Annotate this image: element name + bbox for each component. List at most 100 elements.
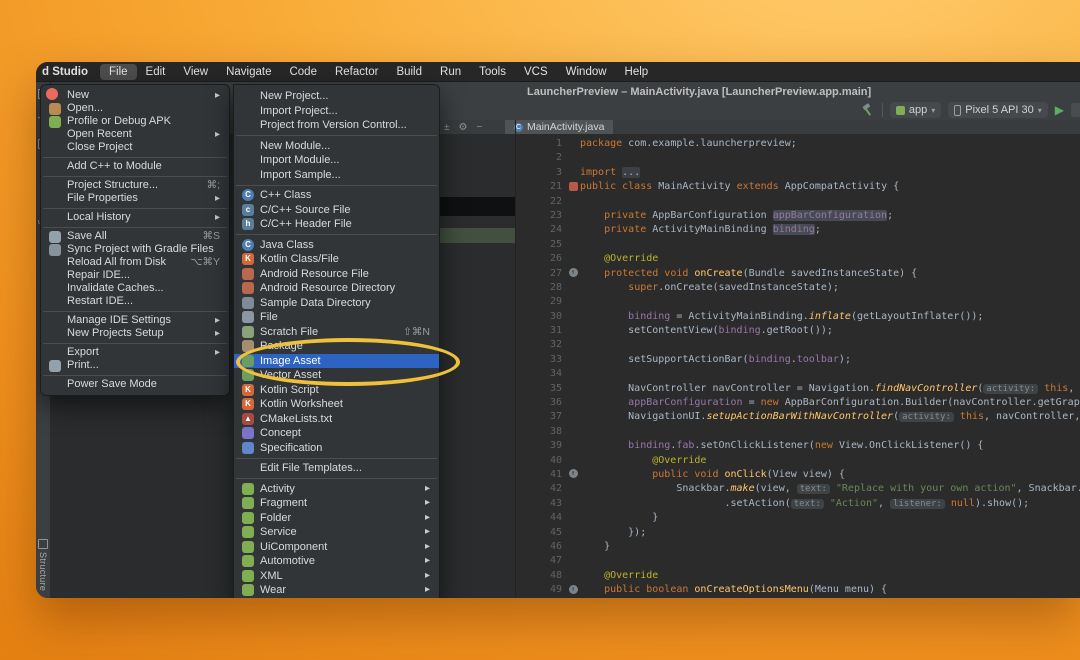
menu-item-xml[interactable]: XML▸ (234, 569, 439, 584)
menu-item-print[interactable]: Print... (41, 359, 229, 372)
menu-item-project-from-version-control[interactable]: Project from Version Control... (234, 118, 439, 133)
traffic-light-red[interactable] (46, 88, 58, 100)
menu-item-restart-ide[interactable]: Restart IDE... (41, 295, 229, 308)
menubar-item-run[interactable]: Run (431, 64, 470, 80)
menu-item-open-recent[interactable]: Open Recent▸ (41, 128, 229, 141)
submenu-arrow-icon: ▸ (425, 583, 430, 598)
menu-item-import-project[interactable]: Import Project... (234, 104, 439, 119)
menu-item-android-resource-directory[interactable]: Android Resource Directory (234, 281, 439, 296)
menu-item-cmakelists-txt[interactable]: ▲CMakeLists.txt (234, 412, 439, 427)
menu-item-new[interactable]: New▸ (41, 89, 229, 102)
line-number: 28 (516, 281, 566, 295)
menu-item-automotive[interactable]: Automotive▸ (234, 554, 439, 569)
menu-item-service[interactable]: Service▸ (234, 525, 439, 540)
menu-item-uicomponent[interactable]: UiComponent▸ (234, 540, 439, 555)
code-line: 47 (516, 554, 1080, 568)
menubar-item-edit[interactable]: Edit (137, 64, 175, 80)
menu-item-profile-or-debug-apk[interactable]: Profile or Debug APK (41, 115, 229, 128)
menu-item-kotlin-class-file[interactable]: KKotlin Class/File (234, 252, 439, 267)
run-button[interactable]: ▶ (1055, 101, 1064, 119)
menu-item-package[interactable]: Package (234, 339, 439, 354)
menu-item-edit-file-templates[interactable]: Edit File Templates... (234, 461, 439, 476)
code-token: appBarConfiguration (773, 210, 887, 221)
tab-mainactivity[interactable]: C MainActivity.java (505, 120, 613, 134)
menubar-item-tools[interactable]: Tools (470, 64, 515, 80)
menu-item-c-c-source-file[interactable]: cC/C++ Source File (234, 203, 439, 218)
menu-item-kotlin-worksheet[interactable]: KKotlin Worksheet (234, 397, 439, 412)
menu-item-wear[interactable]: Wear▸ (234, 583, 439, 598)
menu-item-manage-ide-settings[interactable]: Manage IDE Settings▸ (41, 314, 229, 327)
menu-item-folder[interactable]: Folder▸ (234, 511, 439, 526)
menubar-item-navigate[interactable]: Navigate (217, 64, 280, 80)
icon-spacer (242, 119, 254, 131)
menu-item-vector-asset[interactable]: Vector Asset (234, 368, 439, 383)
menubar-item-build[interactable]: Build (387, 64, 431, 80)
menu-item-scratch-file[interactable]: Scratch File⇧⌘N (234, 325, 439, 340)
menu-item-local-history[interactable]: Local History▸ (41, 211, 229, 224)
override-gutter-icon[interactable]: ↑ (569, 268, 578, 277)
menu-item-project-structure[interactable]: Project Structure...⌘; (41, 179, 229, 192)
menu-item-c-c-header-file[interactable]: hC/C++ Header File (234, 217, 439, 232)
code-token: ActivityMainBinding (652, 224, 772, 235)
code-token: binding (628, 311, 670, 322)
code-token: , navController, appBarConfiguration); (984, 411, 1080, 422)
code-token: text: (797, 484, 830, 494)
line-number: 40 (516, 454, 566, 468)
menu-item-import-module[interactable]: Import Module... (234, 153, 439, 168)
build-hammer-icon[interactable] (861, 103, 875, 117)
code-line: 39 binding.fab.setOnClickListener(new Vi… (516, 439, 1080, 453)
override-gutter-icon[interactable]: ↑ (569, 469, 578, 478)
menu-item-fragment[interactable]: Fragment▸ (234, 496, 439, 511)
hide-icon[interactable]: − (477, 122, 483, 133)
menu-item-file[interactable]: File (234, 310, 439, 325)
menu-item-new-projects-setup[interactable]: New Projects Setup▸ (41, 327, 229, 340)
menu-item-sync-project-with-gradle-files[interactable]: Sync Project with Gradle Files (41, 243, 229, 256)
menubar-item-file[interactable]: File (100, 64, 137, 80)
menubar-item-vcs[interactable]: VCS (515, 64, 557, 80)
menu-separator (43, 176, 227, 177)
menu-item-save-all[interactable]: Save All⌘S (41, 230, 229, 243)
class-gutter-icon[interactable] (569, 182, 578, 191)
structure-toolwindow-icon[interactable] (38, 539, 48, 549)
menubar-item-code[interactable]: Code (280, 64, 326, 80)
menu-item-label: Service (260, 525, 297, 540)
toolwindow-label-structure[interactable]: Structure (38, 552, 48, 591)
menu-item-new-module[interactable]: New Module... (234, 139, 439, 154)
menu-item-add-c-to-module[interactable]: Add C++ to Module (41, 160, 229, 173)
menu-item-java-class[interactable]: CJava Class (234, 238, 439, 253)
device-selector[interactable]: Pixel 5 API 30 ▾ (948, 102, 1048, 118)
menubar-item-window[interactable]: Window (557, 64, 616, 80)
module-selector[interactable]: app ▾ (890, 102, 941, 118)
menu-item-close-project[interactable]: Close Project (41, 141, 229, 154)
menu-item-power-save-mode[interactable]: Power Save Mode (41, 378, 229, 391)
menu-item-kotlin-script[interactable]: KKotlin Script (234, 383, 439, 398)
menu-item-concept[interactable]: Concept (234, 426, 439, 441)
gear-icon[interactable]: ⚙ (459, 122, 468, 133)
menu-item-activity[interactable]: Activity▸ (234, 482, 439, 497)
menu-item-open[interactable]: Open... (41, 102, 229, 115)
menu-item-android-resource-file[interactable]: Android Resource File (234, 267, 439, 282)
menubar-item-view[interactable]: View (174, 64, 217, 80)
menu-item-c-class[interactable]: CC++ Class (234, 188, 439, 203)
menubar-item-help[interactable]: Help (616, 64, 658, 80)
menu-item-specification[interactable]: Specification (234, 441, 439, 456)
menu-item-invalidate-caches[interactable]: Invalidate Caches... (41, 282, 229, 295)
menubar-item-refactor[interactable]: Refactor (326, 64, 387, 80)
code-editor[interactable]: 1package com.example.launcherpreview;23i… (516, 134, 1080, 598)
code-line: 38 (516, 425, 1080, 439)
menu-item-new-project[interactable]: New Project... (234, 89, 439, 104)
code-line: 26 @Override (516, 252, 1080, 266)
menu-item-import-sample[interactable]: Import Sample... (234, 168, 439, 183)
menu-item-file-properties[interactable]: File Properties▸ (41, 192, 229, 205)
menu-item-image-asset[interactable]: Image Asset (234, 354, 439, 369)
menu-item-sample-data-directory[interactable]: Sample Data Directory (234, 296, 439, 311)
code-token: onCreate (694, 268, 742, 279)
menu-item-repair-ide[interactable]: Repair IDE... (41, 269, 229, 282)
icon-spacer (49, 193, 61, 205)
menu-item-export[interactable]: Export▸ (41, 346, 229, 359)
override-gutter-icon[interactable]: ↑ (569, 585, 578, 594)
menu-item-reload-all-from-disk[interactable]: Reload All from Disk⌥⌘Y (41, 256, 229, 269)
toolbar-overflow-icon[interactable] (1071, 103, 1080, 117)
menu-item-label: Import Project... (260, 104, 338, 119)
expand-icon[interactable]: ± (444, 122, 450, 133)
